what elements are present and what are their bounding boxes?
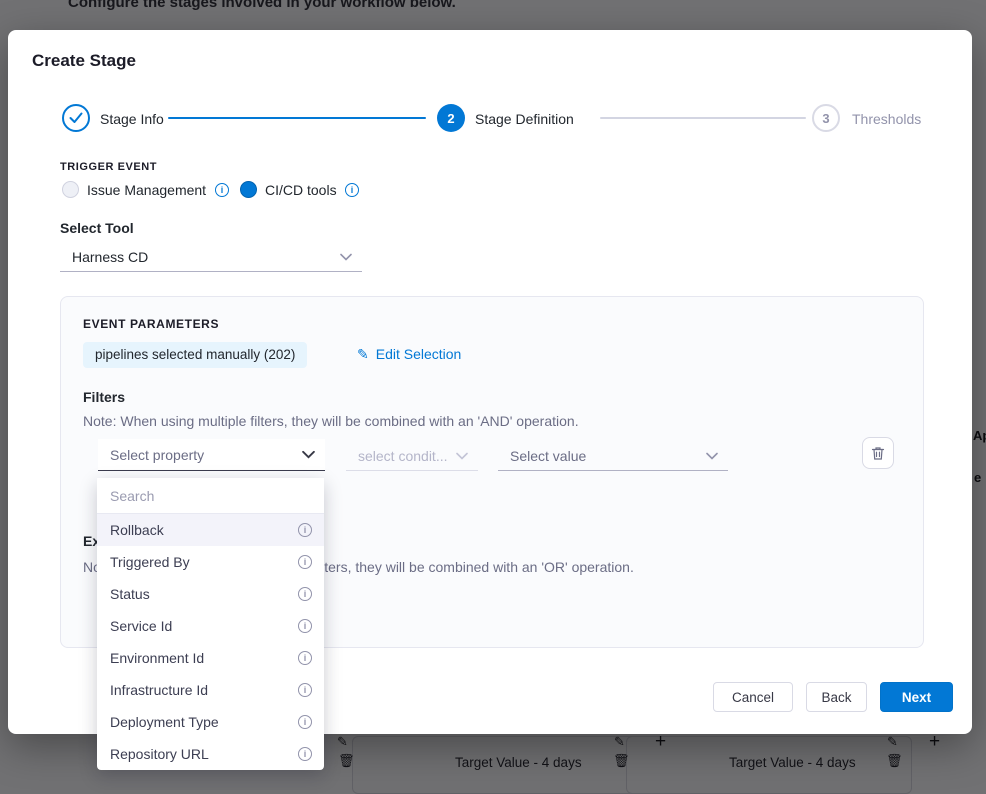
radio-cicd-tools-label: CI/CD tools [265,182,337,198]
tool-select-value: Harness CD [72,249,148,265]
create-stage-modal: Create Stage Stage Info 2 Stage Definiti… [8,30,972,734]
dropdown-option-label: Infrastructure Id [110,682,208,698]
dropdown-option-label: Deployment Type [110,714,219,730]
filter-condition-placeholder: select condit... [358,448,448,464]
dropdown-option-label: Status [110,586,150,602]
dropdown-option-label: Repository URL [110,746,209,762]
cancel-button[interactable]: Cancel [713,682,793,712]
delete-filter-button[interactable] [862,437,894,469]
dropdown-option-label: Service Id [110,618,172,634]
filter-value-select[interactable]: Select value [498,441,728,471]
chevron-down-icon [706,452,718,460]
dropdown-option-service-id[interactable]: Service Id i [97,610,324,642]
info-icon[interactable]: i [298,651,312,665]
info-icon[interactable]: i [215,183,229,197]
step-connector [600,117,806,119]
pipelines-selected-chip: pipelines selected manually (202) [83,342,307,368]
info-icon[interactable]: i [298,747,312,761]
tool-select[interactable]: Harness CD [60,242,362,272]
event-parameters-title: EVENT PARAMETERS [83,317,219,331]
step-stage-info[interactable] [62,104,90,132]
filter-property-select[interactable]: Select property [98,439,325,471]
edit-selection-link[interactable]: ✎ Edit Selection [357,346,461,362]
chevron-down-icon [302,450,315,459]
dropdown-option-triggered-by[interactable]: Triggered By i [97,546,324,578]
info-icon[interactable]: i [345,183,359,197]
radio-issue-management[interactable] [62,181,79,198]
step-thresholds[interactable]: 3 [812,104,840,132]
filter-property-placeholder: Select property [110,447,204,463]
dropdown-search [97,478,324,514]
radio-issue-management-label: Issue Management [87,182,206,198]
edit-selection-label: Edit Selection [376,346,462,362]
info-icon[interactable]: i [298,555,312,569]
dropdown-option-label: Environment Id [110,650,204,666]
dropdown-option-deployment-type[interactable]: Deployment Type i [97,706,324,738]
step-stage-definition[interactable]: 2 [437,104,465,132]
filter-condition-select[interactable]: select condit... [346,441,478,471]
dropdown-option-repository-url[interactable]: Repository URL i [97,738,324,770]
step-stage-definition-label[interactable]: Stage Definition [475,111,574,127]
chevron-down-icon [456,452,468,460]
dropdown-option-status[interactable]: Status i [97,578,324,610]
pencil-icon: ✎ [357,347,369,361]
check-icon [69,112,83,124]
trash-icon [871,446,885,461]
back-button[interactable]: Back [806,682,867,712]
modal-title: Create Stage [32,51,136,71]
info-icon[interactable]: i [298,715,312,729]
property-dropdown: Rollback i Triggered By i Status i Servi… [97,478,324,770]
info-icon[interactable]: i [298,619,312,633]
filters-title: Filters [83,389,125,405]
next-button[interactable]: Next [880,682,953,712]
dropdown-option-label: Rollback [110,522,164,538]
dropdown-search-input[interactable] [110,488,311,504]
filters-note: Note: When using multiple filters, they … [83,413,579,429]
dropdown-option-rollback[interactable]: Rollback i [97,514,324,546]
radio-cicd-tools[interactable] [240,181,257,198]
select-tool-label: Select Tool [60,220,134,236]
filter-value-placeholder: Select value [510,448,586,464]
trigger-event-label: TRIGGER EVENT [60,161,157,173]
info-icon[interactable]: i [298,587,312,601]
dropdown-option-label: Triggered By [110,554,190,570]
step-stage-info-label[interactable]: Stage Info [100,111,164,127]
dropdown-option-infrastructure-id[interactable]: Infrastructure Id i [97,674,324,706]
chevron-down-icon [340,253,352,261]
dropdown-option-environment-id[interactable]: Environment Id i [97,642,324,674]
info-icon[interactable]: i [298,523,312,537]
info-icon[interactable]: i [298,683,312,697]
step-connector [168,117,426,119]
step-thresholds-label[interactable]: Thresholds [852,111,921,127]
